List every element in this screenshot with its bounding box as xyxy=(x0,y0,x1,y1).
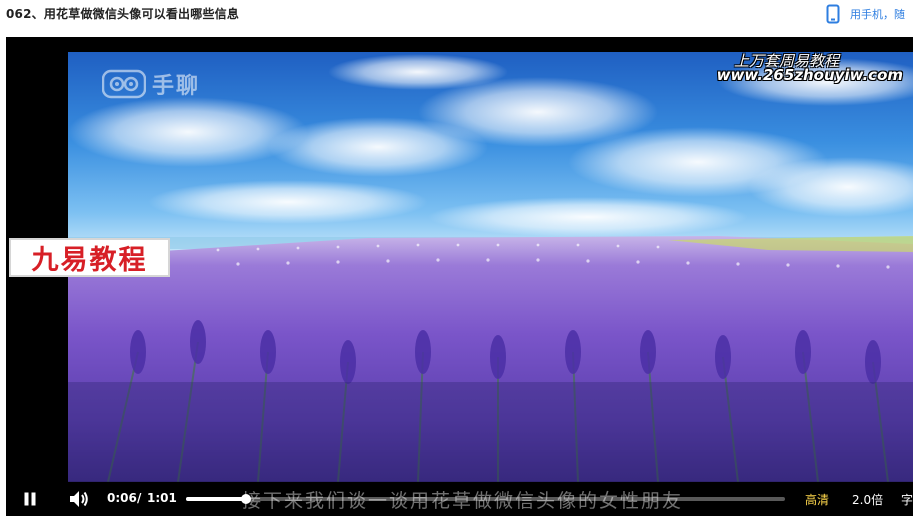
progress-handle[interactable] xyxy=(240,494,251,504)
current-time: 0:06 xyxy=(107,491,137,505)
pause-icon[interactable] xyxy=(22,491,38,507)
mobile-view-link[interactable]: 用手机，随 xyxy=(826,3,905,25)
progress-bar[interactable] xyxy=(186,494,785,504)
quality-button[interactable]: 高清 xyxy=(805,491,829,508)
brand-badge-label: 九易教程 xyxy=(31,245,148,276)
subtitle-toggle-button[interactable]: 字 xyxy=(901,491,913,508)
player-control-bar: 0:06 / 1:01 高清 2.0倍 字 xyxy=(6,481,913,516)
mobile-view-link-label: 用手机，随 xyxy=(850,8,905,21)
phone-icon xyxy=(826,4,840,24)
progress-fill xyxy=(186,497,246,501)
time-separator: / xyxy=(137,491,142,505)
video-player[interactable]: 手聊 上万套周易教程 www.265zhouyiw.com 九易教程 接下来我们… xyxy=(6,37,913,516)
brand-badge: 九易教程 xyxy=(9,238,170,277)
channel-url-watermark: www.265zhouyiw.com xyxy=(716,66,903,84)
app-watermark: 手聊 xyxy=(102,68,200,100)
lavender-field-scene xyxy=(68,52,913,482)
app-watermark-name: 手聊 xyxy=(152,74,201,99)
volume-icon[interactable] xyxy=(68,489,90,509)
page-header: 062、用花草做微信头像可以看出哪些信息 用手机，随 xyxy=(0,0,913,32)
owl-logo-icon xyxy=(102,69,146,99)
total-duration: 1:01 xyxy=(147,491,177,505)
playback-speed-button[interactable]: 2.0倍 xyxy=(852,491,883,508)
page-title: 062、用花草做微信头像可以看出哪些信息 xyxy=(6,7,240,21)
video-frame[interactable]: 手聊 上万套周易教程 www.265zhouyiw.com xyxy=(68,52,913,482)
